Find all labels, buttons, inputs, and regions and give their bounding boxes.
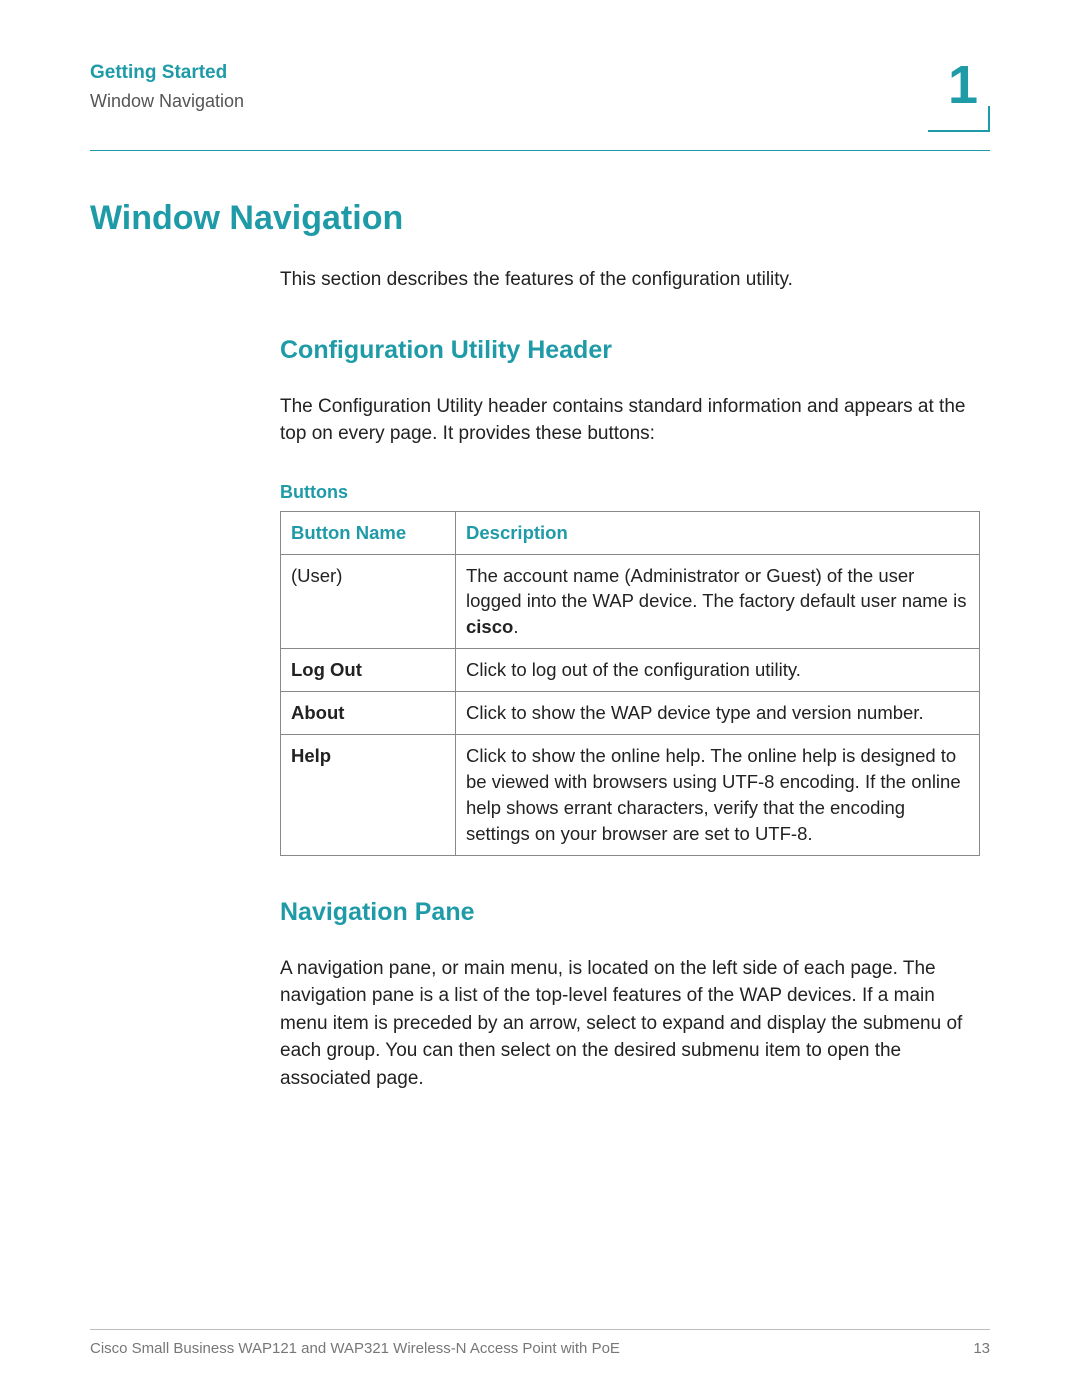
header-divider [90,150,990,151]
buttons-table-caption: Buttons [280,482,980,503]
button-desc-cell: The account name (Administrator or Guest… [456,554,980,649]
header-section-title: Window Navigation [90,89,244,114]
buttons-table: Button Name Description (User) The accou… [280,511,980,856]
footer-doc-title: Cisco Small Business WAP121 and WAP321 W… [90,1340,620,1357]
section-heading-config-header: Configuration Utility Header [280,336,980,365]
section-heading-navigation-pane: Navigation Pane [280,898,980,927]
chapter-number-badge: 1 [924,60,990,132]
page-header: Getting Started Window Navigation 1 [90,60,990,132]
table-header-button-name: Button Name [281,511,456,554]
table-header-description: Description [456,511,980,554]
button-desc-cell: Click to show the online help. The onlin… [456,734,980,855]
page-footer: Cisco Small Business WAP121 and WAP321 W… [90,1329,990,1357]
button-desc-cell: Click to show the WAP device type and ve… [456,692,980,735]
button-name-cell: (User) [281,554,456,649]
button-desc-cell: Click to log out of the configuration ut… [456,649,980,692]
button-name-cell: Log Out [281,649,456,692]
table-row: About Click to show the WAP device type … [281,692,980,735]
button-name-cell: Help [281,734,456,855]
footer-page-number: 13 [973,1340,990,1357]
navigation-pane-paragraph: A navigation pane, or main menu, is loca… [280,955,980,1093]
table-row: Help Click to show the online help. The … [281,734,980,855]
button-name-cell: About [281,692,456,735]
table-row: (User) The account name (Administrator o… [281,554,980,649]
page-title: Window Navigation [90,199,990,238]
header-chapter-title: Getting Started [90,60,244,87]
table-row: Log Out Click to log out of the configur… [281,649,980,692]
chapter-bracket-decoration [928,106,990,132]
intro-paragraph: This section describes the features of t… [280,266,980,294]
config-header-paragraph: The Configuration Utility header contain… [280,393,980,448]
